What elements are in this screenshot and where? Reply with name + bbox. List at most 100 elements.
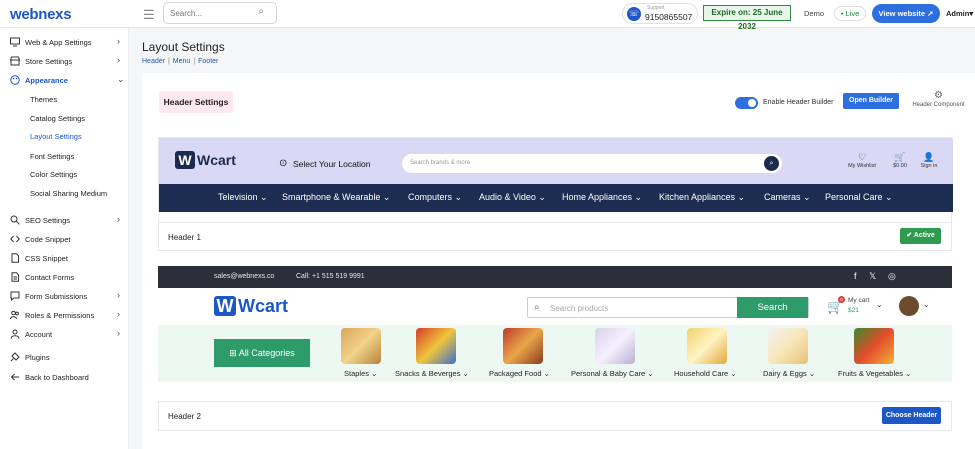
sidebar: Web & App Settings › Store Settings › Appe… <box>0 28 129 449</box>
sidebar-item-layout-settings[interactable]: Layout Settings <box>0 128 129 144</box>
arrow-left-icon <box>10 373 19 381</box>
view-website-button[interactable]: View website ↗ <box>872 4 940 23</box>
category-label: Household Care ⌄ <box>674 369 737 378</box>
sidebar-item-code-snippet[interactable]: Code Snippet <box>0 231 129 247</box>
category-image <box>416 328 456 364</box>
tab-header[interactable]: Header <box>142 58 165 65</box>
location-pin-icon: ⊙ <box>279 158 288 169</box>
chevron-down-icon: ⌄ <box>117 74 125 84</box>
sidebar-item-roles-permissions[interactable]: Roles & Permissions › <box>0 307 129 323</box>
category-label: Snacks & Beverges ⌄ <box>395 369 469 378</box>
category-label: Fruits & Vegetables ⌄ <box>838 369 912 378</box>
search-box[interactable]: ⌕ <box>163 2 277 24</box>
nav-item: Cameras ⌄ <box>764 192 811 202</box>
header-2-title: Header 2 <box>168 412 201 421</box>
sidebar-item-seo-settings[interactable]: SEO Settings › <box>0 212 129 228</box>
user-icon <box>10 329 20 339</box>
header-2-preview[interactable]: sales@webnexs.co Call: +1 515 519 9991 f… <box>158 266 952 400</box>
sidebar-item-form-submissions[interactable]: Form Submissions › <box>0 288 129 304</box>
header-settings-card: Header Settings Enable Header Builder Op… <box>142 73 975 449</box>
category-image <box>854 328 894 364</box>
cart-count-badge: 0 <box>838 296 845 303</box>
top-bar: webnexs ☰ ⌕ ☏ Support 9150865507 Expire … <box>0 0 975 31</box>
my-cart-label: My cart <box>848 297 870 304</box>
sidebar-item-account[interactable]: Account › <box>0 326 129 342</box>
nav-item: Kitchen Appliances ⌄ <box>659 192 746 202</box>
grid-icon: ⊞ <box>229 348 239 358</box>
category-image <box>768 328 808 364</box>
cart-icon: 🛒 $0.00 <box>893 152 907 169</box>
header-1-preview[interactable]: W Wcart ⊙ Select Your Location Search bra… <box>158 137 953 225</box>
all-categories-button: ⊞ All Categories <box>214 339 310 367</box>
wcart-logo: W Wcart <box>175 151 236 169</box>
plug-icon <box>10 352 20 362</box>
twitter-icon: 𝕏 <box>869 271 877 281</box>
header-settings-badge: Header Settings <box>159 91 233 113</box>
search-input[interactable] <box>170 6 250 20</box>
search-button: Search <box>737 297 808 318</box>
users-icon <box>10 310 19 320</box>
nav-item: Television ⌄ <box>218 192 268 202</box>
support-label: Support <box>647 5 665 11</box>
cart-price: $21 <box>848 307 859 314</box>
chat-icon <box>10 291 20 301</box>
sidebar-item-social-sharing[interactable]: Social Sharing Medium <box>0 185 129 201</box>
search-icon[interactable]: ⌕ <box>258 6 264 17</box>
category-label: Dairy & Eggs ⌄ <box>763 369 816 378</box>
search-icon <box>10 215 20 225</box>
preview1-search: Search brands & more ⌕ <box>402 154 782 173</box>
tab-menu[interactable]: Menu <box>173 58 191 65</box>
enable-header-builder-label: Enable Header Builder <box>763 99 834 106</box>
preview2-top-strip: sales@webnexs.co Call: +1 515 519 9991 f… <box>158 266 952 288</box>
chevron-right-icon: › <box>117 214 120 224</box>
support-pill[interactable]: ☏ Support 9150865507 <box>622 3 698 24</box>
file-icon <box>11 253 19 263</box>
sidebar-item-themes[interactable]: Themes <box>0 91 129 107</box>
category-image <box>595 328 635 364</box>
tab-footer[interactable]: Footer <box>198 58 218 65</box>
nav-item: Computers ⌄ <box>408 192 463 202</box>
admin-menu[interactable]: Admin▾ <box>946 9 973 18</box>
instagram-icon: ◎ <box>888 271 896 281</box>
enable-header-builder-toggle[interactable] <box>735 97 758 109</box>
sidebar-item-web-app-settings[interactable]: Web & App Settings › <box>0 34 129 50</box>
category-image <box>503 328 543 364</box>
choose-header-button[interactable]: Choose Header <box>882 407 941 424</box>
facebook-icon: f <box>854 271 857 281</box>
sidebar-item-plugins[interactable]: Plugins <box>0 349 129 365</box>
select-location: Select Your Location <box>293 159 371 169</box>
monitor-icon <box>10 37 20 47</box>
search-icon: ⌕ <box>764 156 779 171</box>
category-label: Personal & Baby Care ⌄ <box>571 369 654 378</box>
sidebar-item-appearance[interactable]: Appearance ⌄ <box>0 72 129 88</box>
header-2-row: Header 2 Choose Header <box>158 401 952 431</box>
chevron-right-icon: › <box>117 36 120 46</box>
brand-logo[interactable]: webnexs <box>10 6 72 23</box>
sidebar-item-font-settings[interactable]: Font Settings <box>0 148 129 164</box>
gear-icon: ⚙ <box>934 90 943 101</box>
chevron-right-icon: › <box>117 328 120 338</box>
sidebar-item-catalog-settings[interactable]: Catalog Settings <box>0 110 129 126</box>
nav-item: Home Appliances ⌄ <box>562 192 643 202</box>
sidebar-item-color-settings[interactable]: Color Settings <box>0 166 129 182</box>
live-badge[interactable]: • Live <box>834 6 866 21</box>
header-component-button[interactable]: ⚙ Header Component <box>911 90 966 114</box>
chevron-right-icon: › <box>117 290 120 300</box>
search-icon: ⌕ <box>534 302 540 313</box>
wishlist-icon: ♡ My Wishlist <box>848 152 876 169</box>
chevron-down-icon: ⌄ <box>876 300 883 309</box>
hamburger-icon[interactable]: ☰ <box>143 7 155 23</box>
page-title: Layout Settings <box>142 40 225 54</box>
code-icon <box>10 235 20 243</box>
nav-item: Personal Care ⌄ <box>825 192 893 202</box>
preview1-top: W Wcart ⊙ Select Your Location Search bra… <box>159 138 953 184</box>
sidebar-item-back-to-dashboard[interactable]: Back to Dashboard <box>0 369 129 385</box>
sidebar-item-css-snippet[interactable]: CSS Snippet <box>0 250 129 266</box>
sidebar-item-store-settings[interactable]: Store Settings › <box>0 53 129 69</box>
demo-label[interactable]: Demo <box>804 9 824 18</box>
open-builder-button[interactable]: Open Builder <box>843 93 899 109</box>
preview1-nav: Television ⌄ Smartphone & Wearable ⌄ Com… <box>159 184 953 212</box>
sidebar-item-contact-forms[interactable]: Contact Forms <box>0 269 129 285</box>
main-content: Layout Settings Header | Menu | Footer Heade… <box>129 28 975 449</box>
category-label: Packaged Food ⌄ <box>489 369 550 378</box>
